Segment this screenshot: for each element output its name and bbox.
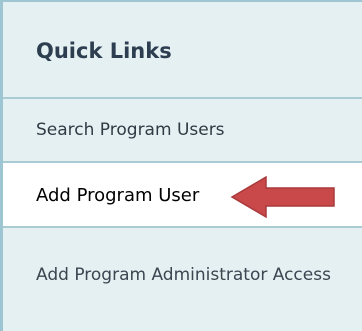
panel-header: Quick Links <box>3 0 362 99</box>
link-add-program-administrator-access[interactable]: Add Program Administrator Access <box>3 228 362 331</box>
link-label: Search Program Users <box>36 120 225 140</box>
arrow-left-icon <box>230 175 335 219</box>
link-search-program-users[interactable]: Search Program Users <box>3 99 362 163</box>
link-label: Add Program User <box>36 185 200 206</box>
panel-title: Quick Links <box>36 39 172 63</box>
link-label: Add Program Administrator Access <box>36 265 331 285</box>
quick-links-panel: Quick Links Search Program Users Add Pro… <box>0 0 362 331</box>
